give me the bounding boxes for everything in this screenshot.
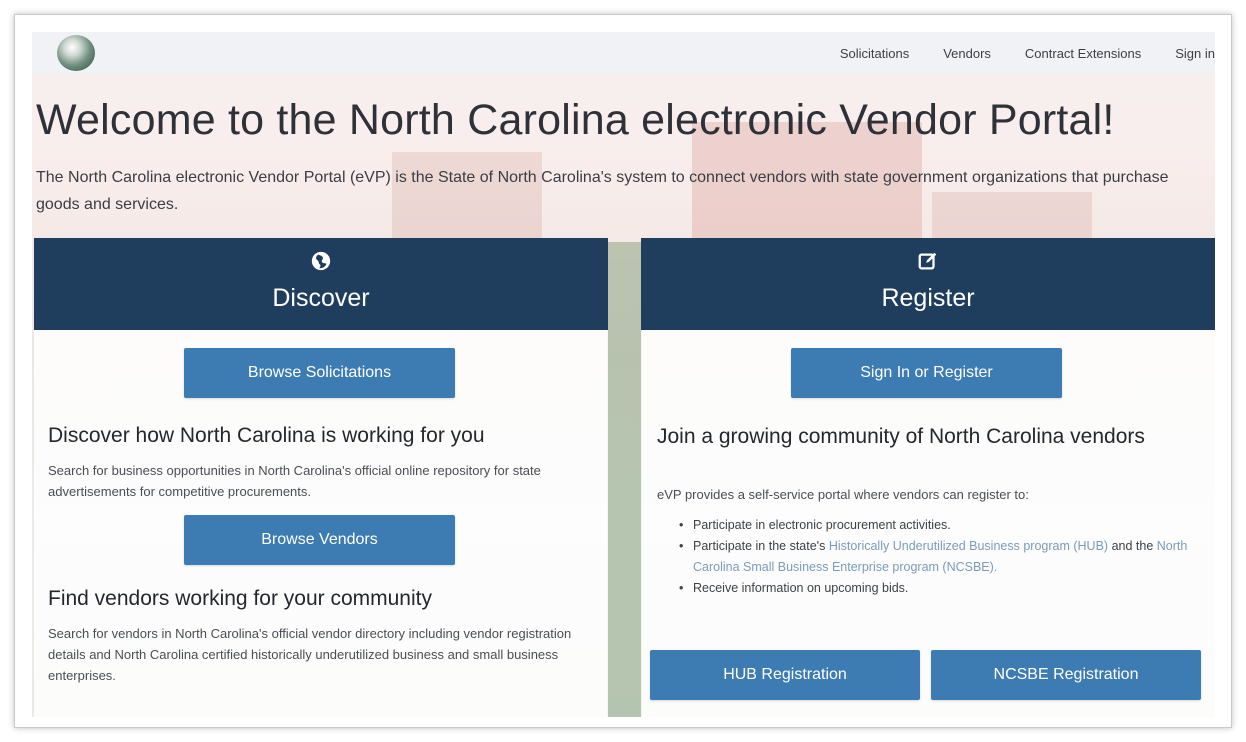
browse-solicitations-button[interactable]: Browse Solicitations	[184, 348, 455, 398]
find-vendors-heading: Find vendors working for your community	[48, 587, 432, 610]
nav-links: Solicitations Vendors Contract Extension…	[806, 32, 1215, 74]
top-navbar: Solicitations Vendors Contract Extension…	[32, 32, 1215, 74]
nc-logo[interactable]	[57, 35, 95, 71]
hub-registration-button[interactable]: HUB Registration	[650, 650, 920, 700]
register-header: Register	[641, 238, 1215, 330]
discover-header: Discover	[34, 238, 608, 330]
ncsbe-registration-button[interactable]: NCSBE Registration	[931, 650, 1201, 700]
browse-vendors-button[interactable]: Browse Vendors	[184, 515, 455, 565]
discover-section-heading: Discover how North Carolina is working f…	[48, 424, 485, 447]
register-benefits-list: Participate in electronic procurement ac…	[679, 515, 1199, 599]
hero-description: The North Carolina electronic Vendor Por…	[36, 169, 1169, 213]
nav-solicitations[interactable]: Solicitations	[840, 46, 909, 61]
register-title: Register	[881, 284, 975, 312]
list-item: Participate in electronic procurement ac…	[679, 515, 1199, 536]
browser-viewport: Solicitations Vendors Contract Extension…	[32, 32, 1215, 717]
nav-vendors[interactable]: Vendors	[943, 46, 991, 61]
sign-in-or-register-button[interactable]: Sign In or Register	[791, 348, 1062, 398]
page-title: Welcome to the North Carolina electronic…	[36, 96, 1115, 144]
list-item: Participate in the state's Historically …	[679, 536, 1199, 578]
discover-section-text: Search for business opportunities in Nor…	[48, 463, 541, 499]
register-panel: Register Sign In or Register Join a grow…	[641, 238, 1215, 717]
register-intro-text: eVP provides a self-service portal where…	[657, 487, 1029, 502]
list-item: Receive information on upcoming bids.	[679, 578, 1199, 599]
nav-contract-extensions[interactable]: Contract Extensions	[1025, 46, 1141, 61]
globe-icon	[311, 251, 331, 271]
edit-icon	[918, 252, 937, 270]
hub-program-link[interactable]: Historically Underutilized Business prog…	[829, 539, 1108, 553]
discover-panel: Discover Browse Solicitations Discover h…	[34, 238, 608, 717]
background-tree	[607, 242, 642, 717]
register-section-heading: Join a growing community of North Caroli…	[657, 425, 1145, 448]
find-vendors-text: Search for vendors in North Carolina's o…	[48, 626, 572, 683]
nav-sign-in[interactable]: Sign in	[1175, 46, 1215, 61]
discover-title: Discover	[272, 284, 370, 312]
